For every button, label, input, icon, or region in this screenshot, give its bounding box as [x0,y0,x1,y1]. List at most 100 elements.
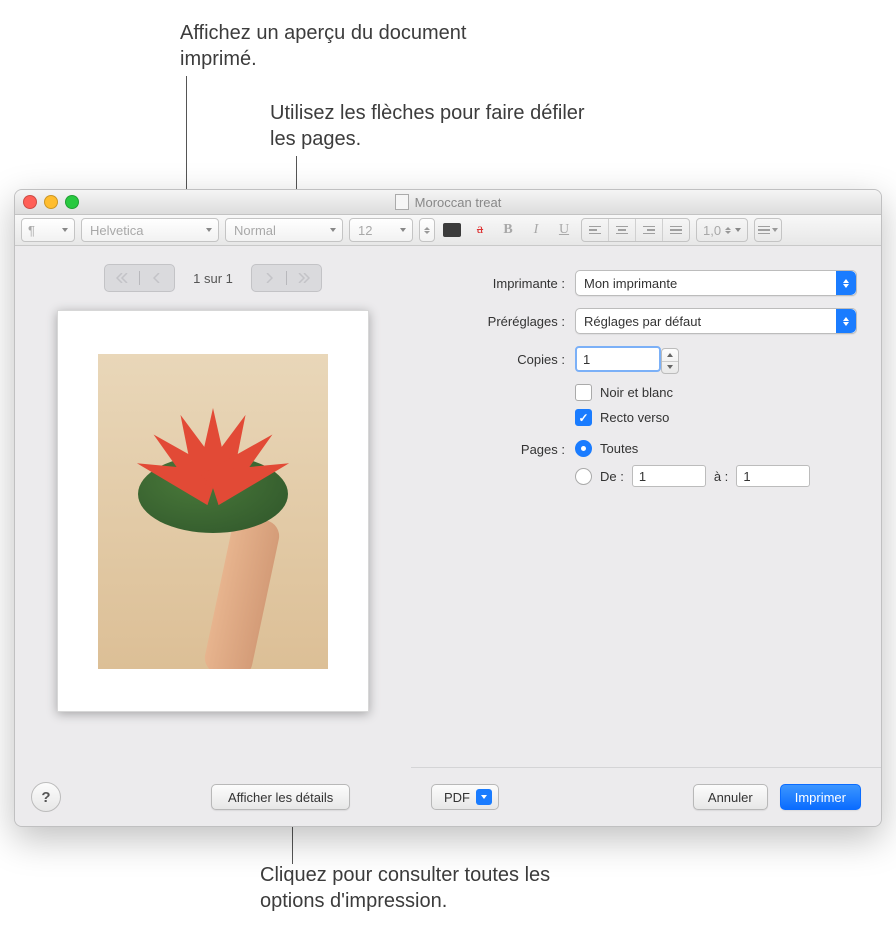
font-select[interactable]: Helvetica [81,218,219,242]
document-icon [395,194,409,210]
text-color[interactable] [441,219,463,241]
strikethrough-color[interactable]: a [469,219,491,241]
print-options-pane: Imprimante : Mon imprimante Préréglages … [411,246,881,826]
presets-label: Préréglages : [435,314,575,329]
traffic-lights [23,195,79,209]
copies-input[interactable]: 1 [575,346,661,372]
pages-all-label: Toutes [600,441,638,456]
separator [286,271,287,285]
preview-pane: 1 sur 1 [15,246,411,826]
pages-from-input[interactable]: 1 [632,465,706,487]
print-dialog: 1 sur 1 [15,245,881,826]
double-chevron-left-icon [116,273,128,283]
underline-button[interactable]: U [553,219,575,241]
presets-value: Réglages par défaut [584,314,701,329]
print-button[interactable]: Imprimer [780,784,861,810]
printer-select[interactable]: Mon imprimante [575,270,857,296]
bold-button[interactable]: B [497,219,519,241]
page-indicator: 1 sur 1 [189,271,237,286]
separator [139,271,140,285]
size-select[interactable]: 12 [349,218,413,242]
printer-value: Mon imprimante [584,276,677,291]
page-preview [57,310,369,712]
duplex-checkbox[interactable] [575,409,592,426]
bw-checkbox[interactable] [575,384,592,401]
callout-details: Cliquez pour consulter toutes les option… [260,862,600,914]
zoom-button[interactable] [65,195,79,209]
window-title-text: Moroccan treat [415,195,502,210]
copies-row: Copies : 1 [435,346,857,372]
strike-icon: a [471,222,489,238]
duplex-row: Recto verso [575,409,857,426]
presets-row: Préréglages : Réglages par défaut [435,308,857,334]
pages-radio-group: Toutes De : 1 à : 1 [575,440,810,495]
copies-value: 1 [583,352,590,367]
bw-row: Noir et blanc [575,384,857,401]
align-justify-button[interactable] [663,219,689,241]
stepper-up[interactable] [662,349,678,362]
stepper-down[interactable] [662,362,678,374]
cancel-button[interactable]: Annuler [693,784,768,810]
last-page-button[interactable] [291,268,317,288]
spacing-stepper-icon [725,227,731,234]
line-spacing-select[interactable]: 1,0 [696,218,748,242]
color-swatch-icon [443,223,461,237]
paragraph-menu[interactable]: ¶ [21,218,75,242]
bw-label: Noir et blanc [600,385,673,400]
chevron-right-icon [265,273,273,283]
chevron-up-icon [424,227,430,230]
chevron-down-icon [424,231,430,234]
chevron-down-icon [772,228,778,232]
window-title: Moroccan treat [15,194,881,210]
double-chevron-right-icon [298,273,310,283]
dropdown-arrow-icon [476,789,492,805]
align-group [581,218,690,242]
style-select[interactable]: Normal [225,218,343,242]
pages-row: Pages : Toutes De : 1 à : 1 [435,440,857,495]
show-details-button[interactable]: Afficher les détails [211,784,350,810]
italic-button[interactable]: I [525,219,547,241]
size-stepper[interactable] [419,218,435,242]
spacing-value: 1,0 [703,223,721,238]
preview-image [98,354,328,669]
next-page-group [251,264,322,292]
help-button[interactable]: ? [31,782,61,812]
align-right-button[interactable] [636,219,663,241]
duplex-label: Recto verso [600,410,669,425]
close-button[interactable] [23,195,37,209]
align-left-button[interactable] [582,219,609,241]
list-menu[interactable] [754,218,782,242]
pages-label: Pages : [435,440,575,457]
pages-to-label: à : [714,469,728,484]
select-arrows-icon [836,271,856,295]
watermelon-shape [128,363,298,533]
page-navigation: 1 sur 1 [15,264,411,292]
pdf-label: PDF [444,790,470,805]
printer-label: Imprimante : [435,276,575,291]
app-window: Moroccan treat ¶ Helvetica Normal 12 a B… [14,189,882,827]
prev-page-group [104,264,175,292]
pages-to-input[interactable]: 1 [736,465,810,487]
style-name: Normal [234,223,276,238]
pages-range-radio[interactable] [575,468,592,485]
chevron-left-icon [153,273,161,283]
titlebar: Moroccan treat [15,190,881,215]
minimize-button[interactable] [44,195,58,209]
first-page-button[interactable] [109,268,135,288]
presets-select[interactable]: Réglages par défaut [575,308,857,334]
prev-page-button[interactable] [144,268,170,288]
paragraph-symbol: ¶ [28,223,35,238]
format-toolbar: ¶ Helvetica Normal 12 a B I U 1,0 [15,215,881,246]
pages-all-radio[interactable] [575,440,592,457]
pdf-menu-button[interactable]: PDF [431,784,499,810]
copies-stepper[interactable] [661,348,679,374]
font-name: Helvetica [90,223,143,238]
dialog-footer: PDF Annuler Imprimer [411,767,881,826]
align-center-icon [616,226,628,234]
next-page-button[interactable] [256,268,282,288]
select-arrows-icon [836,309,856,333]
align-center-button[interactable] [609,219,636,241]
callout-arrows: Utilisez les flèches pour faire défiler … [270,100,590,152]
size-value: 12 [358,223,372,238]
list-icon [758,226,770,234]
